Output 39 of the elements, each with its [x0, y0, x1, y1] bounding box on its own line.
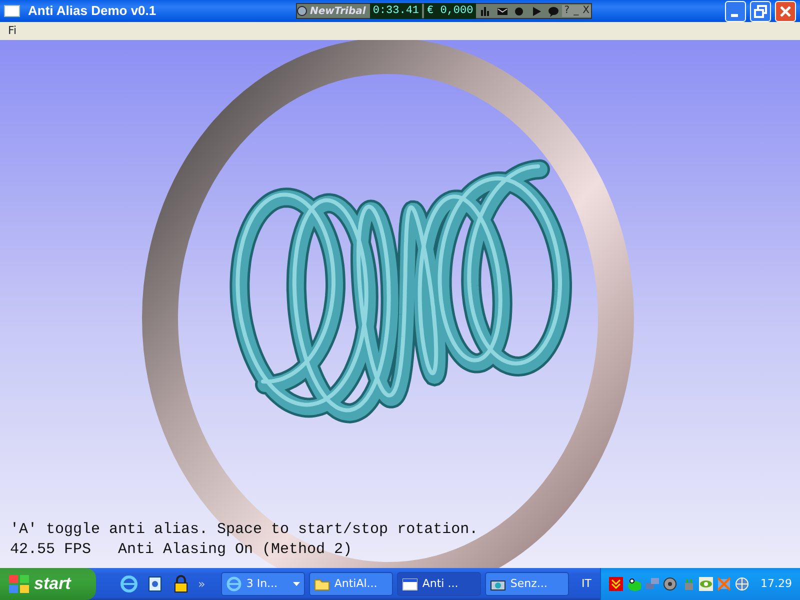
browser-e-icon[interactable]	[120, 575, 138, 593]
taskbar-button[interactable]: 3 In...	[221, 572, 306, 596]
globe-icon	[297, 6, 307, 16]
globe-icon[interactable]	[734, 577, 748, 591]
taskbar-button[interactable]: Anti ...	[397, 572, 482, 596]
more-button[interactable]: »	[198, 575, 206, 593]
minimize-icon	[730, 14, 738, 17]
window-icon	[402, 576, 418, 592]
bars-icon[interactable]	[480, 6, 492, 16]
browser-e-icon	[226, 576, 242, 592]
document-icon[interactable]	[146, 575, 164, 593]
speech-bubble-icon[interactable]	[548, 6, 560, 16]
circle-icon[interactable]	[514, 6, 526, 16]
frog-icon[interactable]	[626, 577, 640, 591]
down-arrows-icon[interactable]	[608, 577, 622, 591]
language-indicator[interactable]: IT	[582, 576, 592, 592]
clock-text: 17.29	[760, 576, 792, 592]
four-squares-logo-icon	[8, 574, 30, 594]
close-button[interactable]: X	[580, 5, 592, 17]
timer-display: 0:33.41	[370, 2, 422, 20]
play-icon[interactable]	[531, 6, 542, 16]
app-icon	[4, 5, 20, 17]
start-button[interactable]: start	[0, 568, 96, 600]
overlay-text: 42.55 FPS Anti Alasing On (Method 2)	[10, 540, 352, 560]
brand-logo-text: NewTribal	[309, 4, 367, 18]
minimize-button[interactable]	[725, 0, 746, 22]
speaker-icon[interactable]	[662, 577, 676, 591]
overlay-text: 'A' toggle anti alias. Space to start/stop rotation.	[10, 520, 478, 540]
close-button[interactable]	[775, 0, 796, 22]
menu-item[interactable]: Fi	[4, 22, 21, 40]
taskbar-button[interactable]: Senz...	[485, 572, 570, 596]
restore-button[interactable]	[750, 0, 771, 22]
lock-icon[interactable]	[172, 575, 190, 593]
help-button[interactable]: ?	[562, 5, 572, 17]
taskbar-button[interactable]: AntiAl...	[309, 572, 394, 596]
credit-display: € 0,000	[424, 2, 476, 20]
envelope-icon[interactable]	[497, 6, 508, 16]
eye-logo-icon[interactable]	[698, 577, 712, 591]
window-title: Anti Alias Demo v0.1	[28, 2, 158, 20]
